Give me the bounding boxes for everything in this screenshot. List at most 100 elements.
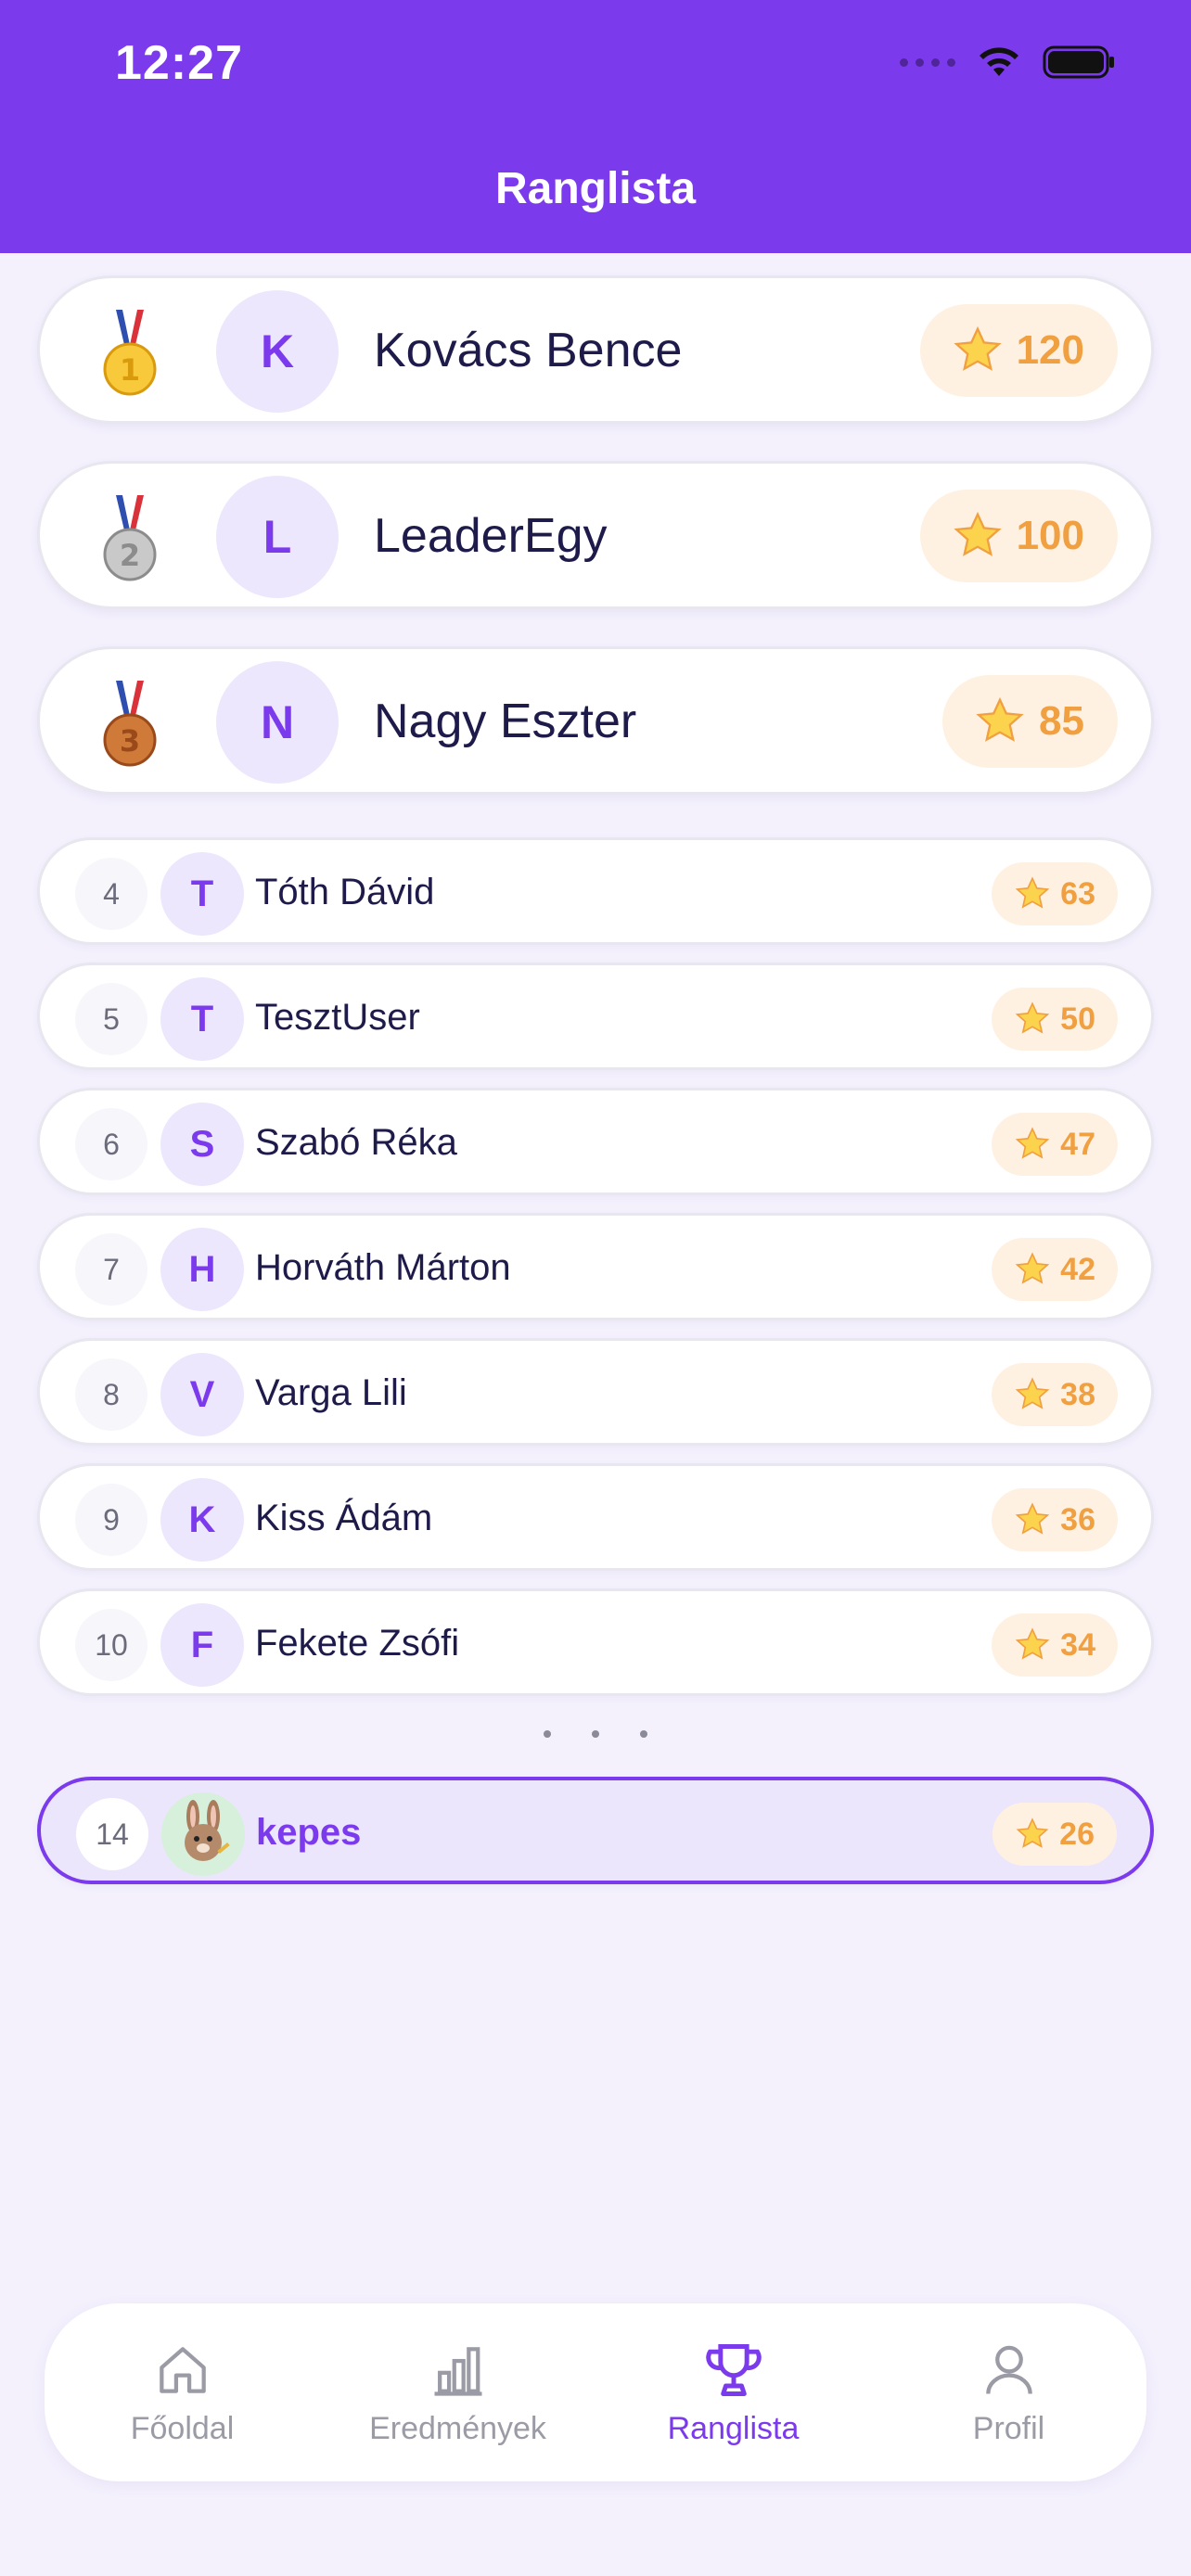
trophy-icon [705,2343,762,2396]
cellular-signal-icon [900,57,955,67]
score-badge: 34 [992,1613,1118,1677]
bronze-medal-icon: 3 [103,681,157,767]
podium-card[interactable]: 3 N Nagy Eszter 85 [37,646,1154,795]
page-title: Ranglista [494,164,697,213]
leaderboard-row[interactable]: 8 V Varga Lili 38 [37,1338,1154,1446]
avatar: N [216,661,339,784]
player-name: Nagy Eszter [374,695,637,748]
home-icon [159,2346,206,2393]
tab-label: Főoldal [130,2410,235,2446]
score-badge: 36 [992,1488,1118,1551]
score-badge: 85 [942,675,1118,768]
header: 12:27 Ranglista [0,0,1191,253]
score-badge: 50 [992,988,1118,1051]
player-name: Fekete Zsófi [255,1623,460,1664]
score-badge: 26 [992,1803,1117,1866]
score-badge: 38 [992,1363,1118,1426]
score-value: 63 [1060,875,1095,912]
ellipsis-separator [0,1730,1191,1738]
score-badge: 120 [919,304,1118,397]
tab-profile[interactable]: Profil [871,2303,1146,2481]
star-icon [1015,1001,1050,1034]
tab-label: Ranglista [667,2410,800,2446]
wifi-icon [980,47,1018,76]
score-value: 50 [1060,1001,1095,1037]
rank-number: 14 [76,1798,148,1870]
svg-text:3: 3 [120,723,140,759]
score-value: 120 [1016,327,1084,373]
score-badge: 42 [992,1238,1118,1301]
status-icons [900,45,1117,80]
score-badge: 100 [919,490,1118,582]
player-name: Kovács Bence [374,324,683,377]
podium-card[interactable]: 1 K Kovács Bence 120 [37,275,1154,424]
player-name: Szabó Réka [255,1122,457,1163]
person-icon [985,2345,1032,2394]
tab-leaderboard[interactable]: Ranglista [596,2303,871,2481]
star-icon [1015,1377,1050,1409]
star-icon [976,696,1024,742]
score-value: 42 [1060,1251,1095,1287]
rank-number: 6 [75,1108,147,1180]
tab-label: Eredmények [369,2410,546,2446]
star-icon [1015,1627,1050,1660]
leaderboard-row[interactable]: 6 S Szabó Réka 47 [37,1088,1154,1195]
bunny-avatar-icon [161,1792,245,1876]
player-name: Kiss Ádám [255,1498,433,1538]
score-value: 85 [1039,698,1084,744]
avatar: H [160,1228,244,1311]
score-value: 26 [1059,1816,1095,1852]
status-time: 12:27 [115,36,243,90]
tab-results[interactable]: Eredmények [320,2303,596,2481]
leaderboard-row[interactable]: 9 K Kiss Ádám 36 [37,1463,1154,1571]
rank-number: 5 [75,983,147,1055]
leaderboard-row[interactable]: 10 F Fekete Zsófi 34 [37,1588,1154,1696]
rank-number: 7 [75,1233,147,1306]
avatar: V [160,1353,244,1436]
rank-number: 10 [75,1609,147,1681]
score-value: 47 [1060,1126,1095,1162]
avatar: K [160,1478,244,1562]
player-name: Varga Lili [255,1372,407,1413]
bottom-tab-bar: Főoldal Eredmények Ranglista Profil [45,2303,1146,2481]
player-name: Tóth Dávid [255,872,435,912]
player-name: TesztUser [255,997,420,1038]
star-icon [1015,876,1050,909]
leaderboard-screen: 12:27 Ranglista 1 K Kovács Bence 120 2 L Leade… [0,0,1191,2576]
score-value: 34 [1060,1626,1095,1663]
avatar: F [160,1603,244,1687]
bar-chart-icon [434,2346,481,2396]
score-badge: 47 [992,1113,1118,1176]
tab-label: Profil [972,2410,1045,2446]
leaderboard-row[interactable]: 7 H Horváth Márton 42 [37,1213,1154,1320]
leaderboard-row[interactable]: 4 T Tóth Dávid 63 [37,837,1154,945]
tab-home[interactable]: Főoldal [45,2303,320,2481]
star-icon [953,325,1002,371]
podium-card[interactable]: 2 L LeaderEgy 100 [37,461,1154,609]
svg-text:1: 1 [120,352,140,388]
score-badge: 63 [992,862,1118,925]
star-icon [1015,1502,1050,1535]
player-name: kepes [256,1812,362,1853]
player-name: LeaderEgy [374,509,608,563]
battery-icon [1043,45,1114,79]
rank-number: 8 [75,1358,147,1431]
star-icon [953,511,1002,556]
svg-text:2: 2 [120,538,140,573]
rank-number: 4 [75,858,147,930]
score-value: 100 [1016,513,1084,558]
avatar: K [216,290,339,413]
star-icon [1016,1817,1049,1848]
current-user-row[interactable]: 14 kepes 26 [37,1777,1154,1884]
player-name: Horváth Márton [255,1247,511,1288]
star-icon [1015,1252,1050,1284]
leaderboard-row[interactable]: 5 T TesztUser 50 [37,963,1154,1070]
score-value: 38 [1060,1376,1095,1412]
avatar: L [216,476,339,598]
star-icon [1015,1127,1050,1159]
silver-medal-icon: 2 [103,495,157,581]
avatar: S [160,1103,244,1186]
gold-medal-icon: 1 [103,310,157,396]
rank-number: 9 [75,1484,147,1556]
score-value: 36 [1060,1501,1095,1537]
